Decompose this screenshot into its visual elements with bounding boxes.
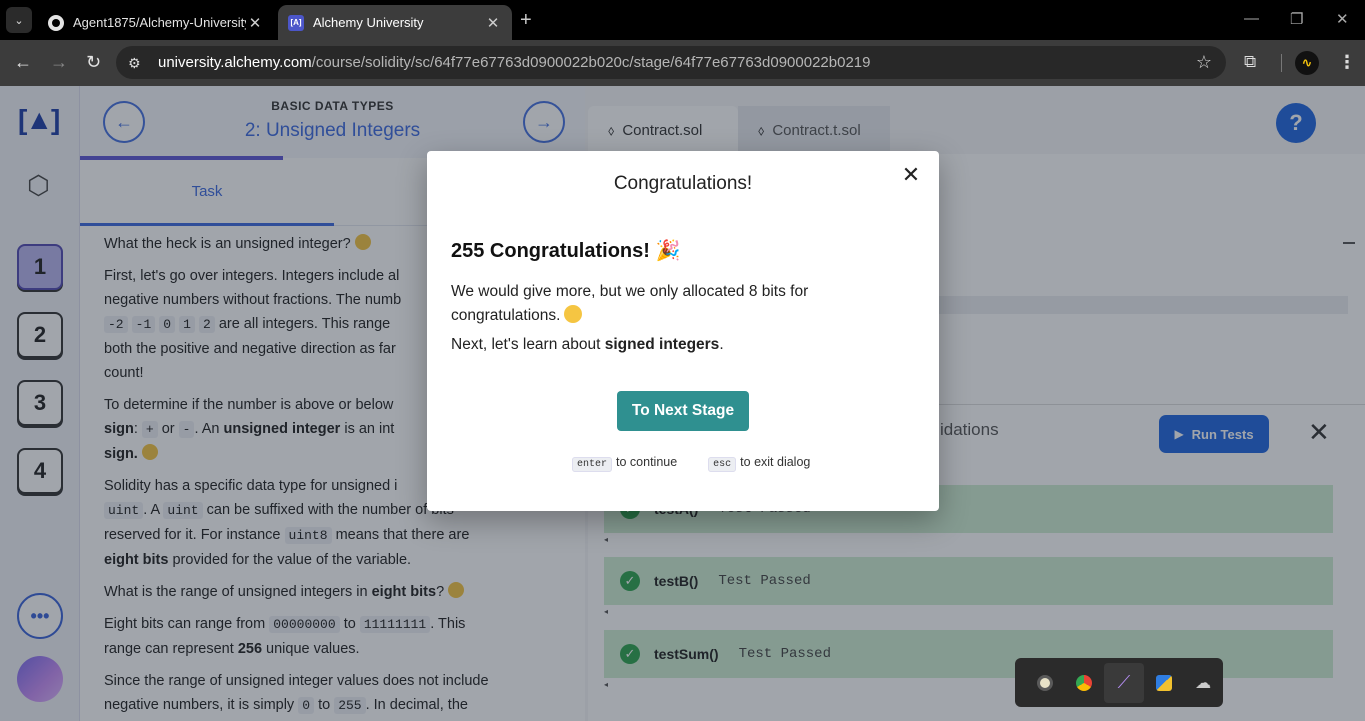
extensions-icon[interactable]: ⧉ xyxy=(1244,52,1256,72)
close-window-icon[interactable]: ✕ xyxy=(1336,10,1349,28)
url-text: university.alchemy.com/course/solidity/s… xyxy=(158,54,871,71)
alchemy-favicon-icon: [A] xyxy=(288,14,304,31)
party-popper-icon: 🎉 xyxy=(655,240,681,262)
reload-icon[interactable]: ↻ xyxy=(86,52,101,73)
forward-icon[interactable]: → xyxy=(50,52,68,73)
keyboard-hints: enter to continue esc to exit dialog xyxy=(572,455,810,472)
maximize-icon[interactable]: ❐ xyxy=(1290,10,1303,28)
browser-tab-alchemy[interactable]: [A] Alchemy University ✕ xyxy=(278,5,512,40)
browser-tab-bar: ⌄ Agent1875/Alchemy-University ✕ [A] Alc… xyxy=(0,0,1365,40)
esc-key: esc xyxy=(708,457,737,472)
dialog-message: We would give more, but we only allocate… xyxy=(451,283,809,324)
tab-search-chevron-icon[interactable]: ⌄ xyxy=(6,7,32,33)
cloud-off-icon[interactable]: ☁ xyxy=(1183,663,1223,703)
close-tab-icon[interactable]: ✕ xyxy=(484,14,502,32)
dialog-heading: 255 Congratulations! 🎉 xyxy=(451,240,681,262)
dialog-next-message: Next, let's learn about signed integers. xyxy=(451,336,724,353)
github-icon xyxy=(48,14,64,31)
pen-icon[interactable]: ⟋ xyxy=(1104,662,1144,703)
system-tray-overflow: ⟋ ☁ xyxy=(1015,658,1223,707)
close-icon[interactable]: ✕ xyxy=(899,163,923,187)
address-bar[interactable]: ⚙ university.alchemy.com/course/solidity… xyxy=(116,46,1226,79)
congratulations-dialog: Congratulations! ✕ 255 Congratulations! 🎉… xyxy=(427,151,939,511)
wink-emoji-icon xyxy=(564,305,583,323)
tab-title: Alchemy University xyxy=(313,15,424,30)
bookmark-star-icon[interactable]: ☆ xyxy=(1196,52,1212,73)
tab-title: Agent1875/Alchemy-University xyxy=(73,15,246,30)
toolbar-divider xyxy=(1281,54,1282,72)
drive-icon[interactable] xyxy=(1025,663,1065,703)
browser-toolbar: ← → ↻ ⚙ university.alchemy.com/course/so… xyxy=(0,40,1365,86)
new-tab-button[interactable]: + xyxy=(520,9,532,32)
close-tab-icon[interactable]: ✕ xyxy=(246,14,264,32)
site-info-icon[interactable]: ⚙ xyxy=(128,56,146,70)
dialog-title: Congratulations! xyxy=(613,173,753,194)
to-next-stage-button[interactable]: To Next Stage xyxy=(617,391,749,431)
shield-warning-icon[interactable] xyxy=(1144,663,1184,703)
minimize-icon[interactable]: — xyxy=(1244,10,1259,27)
chrome-icon[interactable] xyxy=(1065,663,1105,703)
profile-extension-icon[interactable]: ∿ xyxy=(1295,51,1319,75)
browser-menu-icon[interactable]: ⋮ xyxy=(1338,52,1356,73)
back-icon[interactable]: ← xyxy=(14,52,32,73)
enter-key: enter xyxy=(572,457,613,472)
browser-tab-github[interactable]: Agent1875/Alchemy-University ✕ xyxy=(38,5,274,40)
